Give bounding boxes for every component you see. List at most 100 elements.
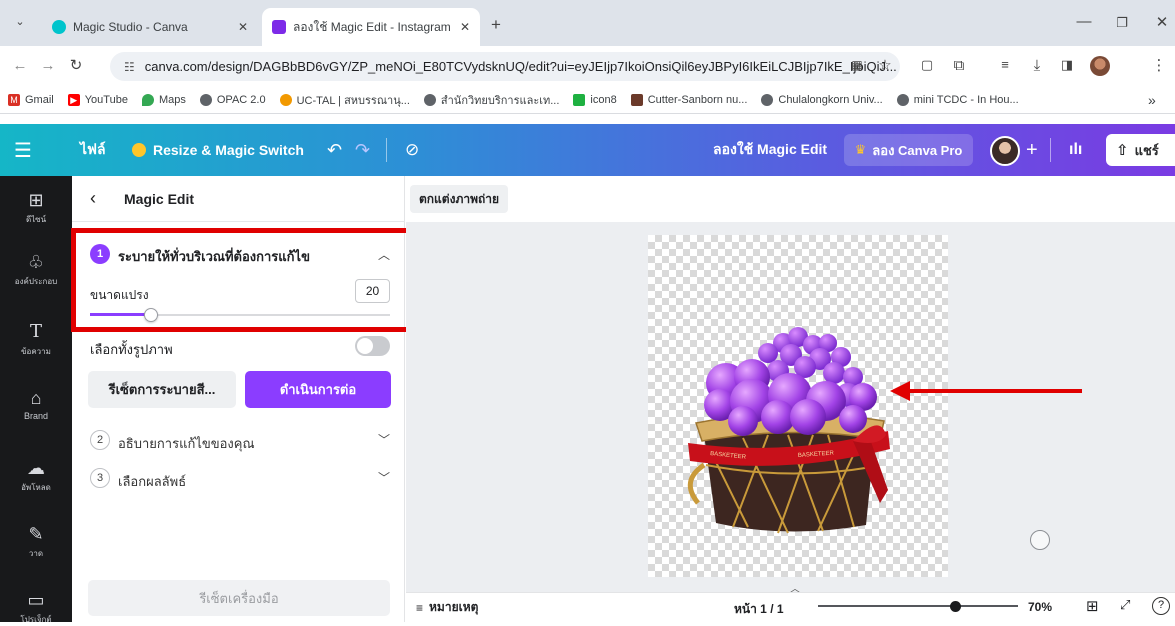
- bookmark-label: Chulalongkorn Univ...: [778, 93, 883, 106]
- side-panel-icon[interactable]: ◨: [1058, 58, 1076, 71]
- grid-view-icon[interactable]: ⊞: [1086, 597, 1099, 615]
- notes-icon: ≡: [416, 600, 424, 615]
- basket-handle: [687, 462, 706, 505]
- edit-photo-button[interactable]: ตกแต่งภาพถ่าย: [410, 185, 509, 213]
- reset-brush-button[interactable]: รีเซ็ตการระบายสี...: [88, 371, 236, 408]
- pro-label: ลอง Canva Pro: [872, 142, 963, 158]
- zoom-level[interactable]: 70%: [1028, 600, 1052, 614]
- bookmarks-overflow-icon[interactable]: »: [1148, 92, 1156, 108]
- bookmark-library[interactable]: สำนักวิทยบริการและเท...: [423, 91, 559, 109]
- redo-icon[interactable]: ↷: [355, 124, 370, 176]
- cutter-icon: [630, 93, 643, 106]
- restore-icon[interactable]: ❐: [1112, 16, 1132, 29]
- bookmark-youtube[interactable]: ▶ YouTube: [67, 93, 128, 106]
- bookmark-label: mini TCDC - In Hou...: [913, 93, 1019, 106]
- reading-list-icon[interactable]: ▢: [918, 58, 936, 71]
- annotation-arrow: [890, 381, 1082, 401]
- browser-toolbar: ← → ↻ ☷ canva.com/design/DAGBbBD6vGY/ZP_…: [0, 46, 1175, 86]
- profile-avatar[interactable]: [1090, 56, 1110, 76]
- zoom-slider[interactable]: [818, 599, 1018, 613]
- more-menu-icon[interactable]: ⋮: [1150, 58, 1168, 73]
- help-icon[interactable]: ?: [1152, 597, 1170, 615]
- tab-title: Magic Studio - Canva: [73, 20, 188, 34]
- minimize-icon[interactable]: —: [1074, 14, 1094, 29]
- draw-icon: ✎: [28, 524, 44, 544]
- bookmark-label: UC-TAL | สหบรรณานุ...: [296, 94, 410, 107]
- fullscreen-icon[interactable]: ⤢: [1120, 597, 1130, 613]
- new-tab-button[interactable]: +: [486, 16, 506, 33]
- extensions-icon[interactable]: ⧉: [950, 58, 968, 73]
- editor-context-bar: ตกแต่งภาพถ่าย: [406, 176, 1175, 222]
- close-icon[interactable]: ✕: [238, 20, 248, 34]
- grape-basket-image[interactable]: BASKETEER BASKETEER: [648, 235, 948, 577]
- resize-magic-switch-button[interactable]: Resize & Magic Switch: [132, 124, 304, 176]
- rail-item-draw[interactable]: ✎ วาด: [0, 524, 72, 560]
- bookmark-opac[interactable]: OPAC 2.0: [199, 93, 266, 106]
- add-collaborator-icon[interactable]: +: [1026, 124, 1038, 176]
- bookmark-maps[interactable]: Maps: [141, 93, 186, 106]
- rail-label: Brand: [23, 411, 49, 421]
- back-icon[interactable]: ←: [10, 58, 30, 73]
- download-icon[interactable]: ⤓: [1028, 58, 1046, 73]
- document-title[interactable]: ลองใช้ Magic Edit: [713, 124, 827, 176]
- design-page[interactable]: BASKETEER BASKETEER: [648, 235, 948, 577]
- step-title[interactable]: เลือกผลลัพธ์: [118, 471, 186, 492]
- rail-item-elements[interactable]: ♧ องค์ประกอบ: [0, 252, 72, 288]
- uc-icon: [279, 93, 292, 106]
- bookmark-tcdc[interactable]: mini TCDC - In Hou...: [896, 93, 1019, 106]
- rail-item-design[interactable]: ⊞ ดีไซน์: [0, 190, 72, 226]
- notes-button[interactable]: ≡ หมายเหตุ: [416, 598, 478, 617]
- bookmark-label: icon8: [590, 93, 617, 106]
- cloud-save-icon[interactable]: ⊘: [405, 124, 419, 176]
- page-indicator[interactable]: หน้า 1 / 1: [734, 600, 784, 619]
- bookmark-uc-tal[interactable]: UC-TAL | สหบรรณานุ...: [279, 91, 410, 109]
- crown-icon: ♛: [854, 142, 867, 157]
- reload-icon[interactable]: ↻: [66, 58, 86, 73]
- try-canva-pro-button[interactable]: ♛ ลอง Canva Pro: [844, 134, 973, 166]
- select-all-label: เลือกทั้งรูปภาพ: [90, 342, 173, 357]
- close-window-icon[interactable]: ✕: [1152, 15, 1172, 30]
- bookmark-cutter[interactable]: Cutter-Sanborn nu...: [630, 93, 747, 106]
- site-info-icon[interactable]: ☷: [124, 60, 135, 74]
- canva-favicon-icon: [272, 20, 286, 34]
- undo-icon[interactable]: ↶: [327, 124, 342, 176]
- reset-brush-label: รีเซ็ตการระบายสี...: [108, 382, 216, 397]
- media-icon[interactable]: ≡: [996, 58, 1014, 71]
- file-menu[interactable]: ไฟล์: [80, 124, 106, 176]
- rail-item-projects[interactable]: ▭ โปรเจ็กต์: [0, 590, 72, 626]
- rail-label: โปรเจ็กต์: [20, 615, 52, 624]
- forward-icon[interactable]: →: [38, 58, 58, 73]
- bookmark-star-icon[interactable]: ☆: [876, 58, 894, 73]
- panel-divider: [72, 221, 405, 222]
- rail-item-text[interactable]: T ข้อความ: [0, 322, 72, 358]
- menu-icon[interactable]: ☰: [14, 124, 32, 176]
- close-icon[interactable]: ✕: [460, 20, 470, 34]
- rail-item-brand[interactable]: ⌂ Brand: [0, 388, 72, 421]
- tab-search-chevron-icon[interactable]: ⌄: [10, 17, 30, 28]
- rail-label: ข้อความ: [21, 347, 51, 356]
- address-bar[interactable]: ☷ canva.com/design/DAGBbBD6vGY/ZP_meNOi_…: [110, 52, 900, 81]
- insights-icon[interactable]: ılı: [1069, 124, 1082, 176]
- bookmark-gmail[interactable]: M Gmail: [8, 93, 54, 106]
- zoom-thumb[interactable]: [950, 601, 962, 612]
- browser-tab-magic-edit[interactable]: ลองใช้ Magic Edit - Instagram โพ ✕: [262, 8, 480, 46]
- chevron-down-icon[interactable]: ﹀: [378, 431, 390, 448]
- editor-canvas-area: ตกแต่งภาพถ่าย BASKETEER BASKETEER ︿ ≡ หม…: [406, 176, 1175, 622]
- browser-tab-magic-studio[interactable]: Magic Studio - Canva ✕: [42, 8, 258, 46]
- bookmark-icon8[interactable]: icon8: [573, 93, 617, 106]
- bookmark-chula[interactable]: Chulalongkorn Univ...: [761, 93, 883, 106]
- select-all-toggle[interactable]: [355, 336, 390, 356]
- url-text: canva.com/design/DAGBbBD6vGY/ZP_meNOi_E8…: [144, 59, 897, 74]
- continue-button[interactable]: ดำเนินการต่อ: [245, 371, 391, 408]
- user-avatar[interactable]: [990, 136, 1020, 166]
- reset-tool-button[interactable]: รีเซ็ตเครื่องมือ: [88, 580, 390, 616]
- translate-icon[interactable]: ▦: [848, 59, 866, 71]
- back-chevron-icon[interactable]: ‹: [90, 188, 96, 209]
- elements-icon: ♧: [27, 252, 45, 272]
- rail-item-uploads[interactable]: ☁ อัพโหลด: [0, 458, 72, 494]
- bookmark-label: Maps: [158, 93, 186, 106]
- step-title[interactable]: อธิบายการแก้ไขของคุณ: [118, 433, 255, 454]
- chevron-down-icon[interactable]: ﹀: [378, 469, 390, 486]
- share-button[interactable]: ⇧ แชร์: [1106, 134, 1175, 166]
- rotate-handle-icon[interactable]: [1030, 530, 1050, 550]
